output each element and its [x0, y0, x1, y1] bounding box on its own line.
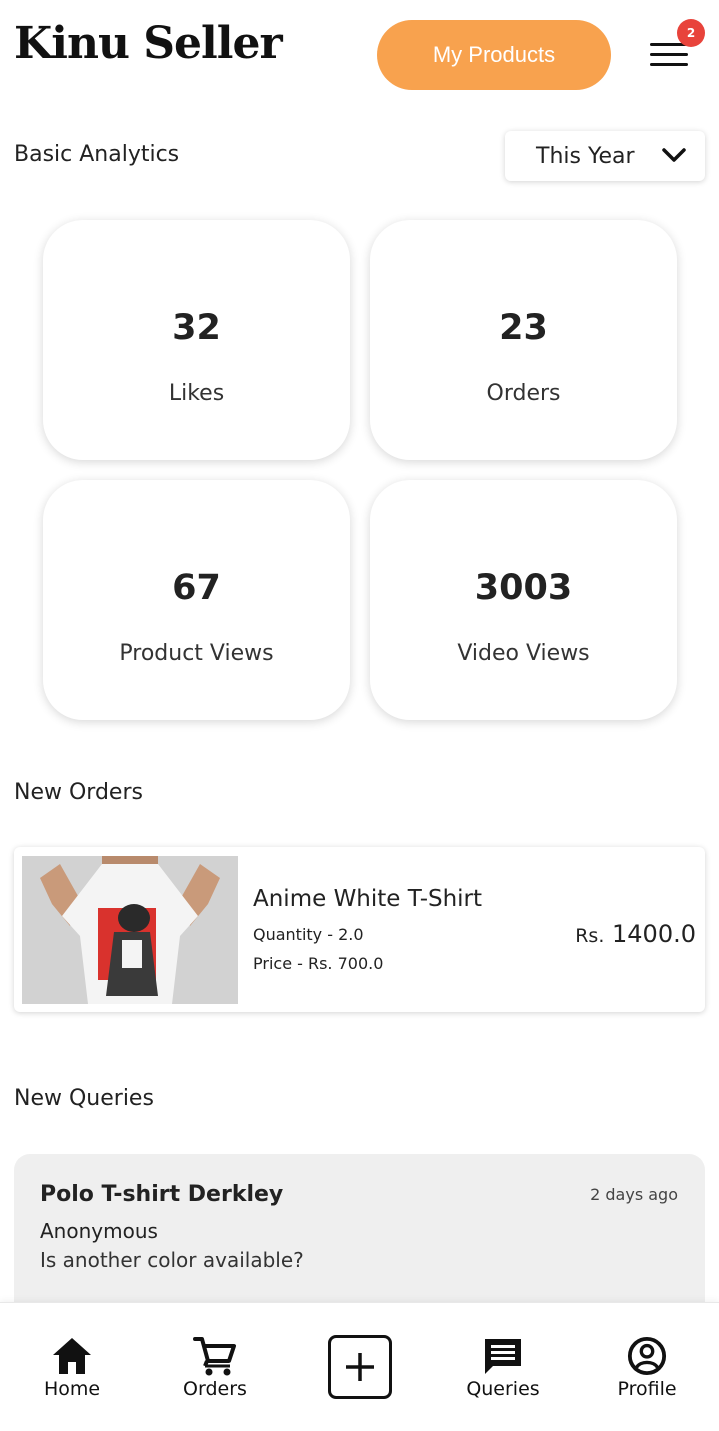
stat-card-video-views: 3003 Video Views	[370, 480, 677, 720]
period-dropdown[interactable]: This Year	[505, 131, 705, 181]
message-icon	[485, 1339, 521, 1374]
bottom-nav: Home Orders Queries Profile	[0, 1302, 719, 1431]
stat-card-orders: 23 Orders	[370, 220, 677, 460]
nav-label: Queries	[466, 1378, 540, 1400]
nav-label: Orders	[183, 1378, 247, 1400]
stat-value: 67	[172, 568, 221, 608]
app-title: Kinu Seller	[14, 18, 283, 69]
order-product-name: Anime White T-Shirt	[253, 886, 483, 912]
query-user: Anonymous	[40, 1219, 158, 1243]
analytics-section-title: Basic Analytics	[14, 142, 180, 167]
stat-label: Likes	[168, 381, 225, 406]
query-product-name: Polo T-shirt Derkley	[40, 1182, 284, 1207]
stat-value: 32	[172, 308, 221, 348]
nav-item-home[interactable]: Home	[12, 1303, 132, 1431]
add-icon	[346, 1353, 374, 1381]
period-dropdown-value: This Year	[536, 143, 635, 169]
my-products-button[interactable]: My Products	[377, 20, 611, 90]
stat-card-likes: 32 Likes	[43, 220, 350, 460]
stat-card-product-views: 67 Product Views	[43, 480, 350, 720]
new-orders-section-title: New Orders	[14, 780, 143, 805]
chevron-down-icon	[662, 148, 686, 162]
home-icon	[53, 1338, 91, 1374]
profile-icon	[627, 1336, 667, 1376]
order-card[interactable]: Anime White T-Shirt Quantity - 2.0 Price…	[14, 847, 705, 1012]
nav-item-profile[interactable]: Profile	[587, 1303, 707, 1431]
nav-label: Home	[43, 1378, 101, 1400]
query-message: Is another color available?	[40, 1248, 304, 1272]
stat-value: 3003	[474, 568, 573, 608]
order-total-currency: Rs.	[575, 925, 605, 947]
order-total-amount: 1400.0	[612, 920, 696, 948]
notification-badge: 2	[677, 19, 705, 47]
cart-icon	[193, 1337, 236, 1376]
stat-label: Product Views	[119, 641, 274, 666]
new-queries-section-title: New Queries	[14, 1086, 154, 1111]
nav-label: Profile	[617, 1378, 677, 1400]
nav-item-queries[interactable]: Queries	[443, 1303, 563, 1431]
order-total: Rs. 1400.0	[575, 920, 696, 948]
nav-item-orders[interactable]: Orders	[155, 1303, 275, 1431]
order-unit-price: Price - Rs. 700.0	[253, 954, 384, 973]
stat-label: Orders	[486, 381, 561, 406]
product-image	[22, 856, 238, 1004]
query-timestamp: 2 days ago	[590, 1185, 678, 1204]
add-product-button[interactable]	[328, 1335, 392, 1399]
stat-label: Video Views	[457, 641, 590, 666]
order-quantity: Quantity - 2.0	[253, 925, 364, 944]
stat-value: 23	[499, 308, 548, 348]
